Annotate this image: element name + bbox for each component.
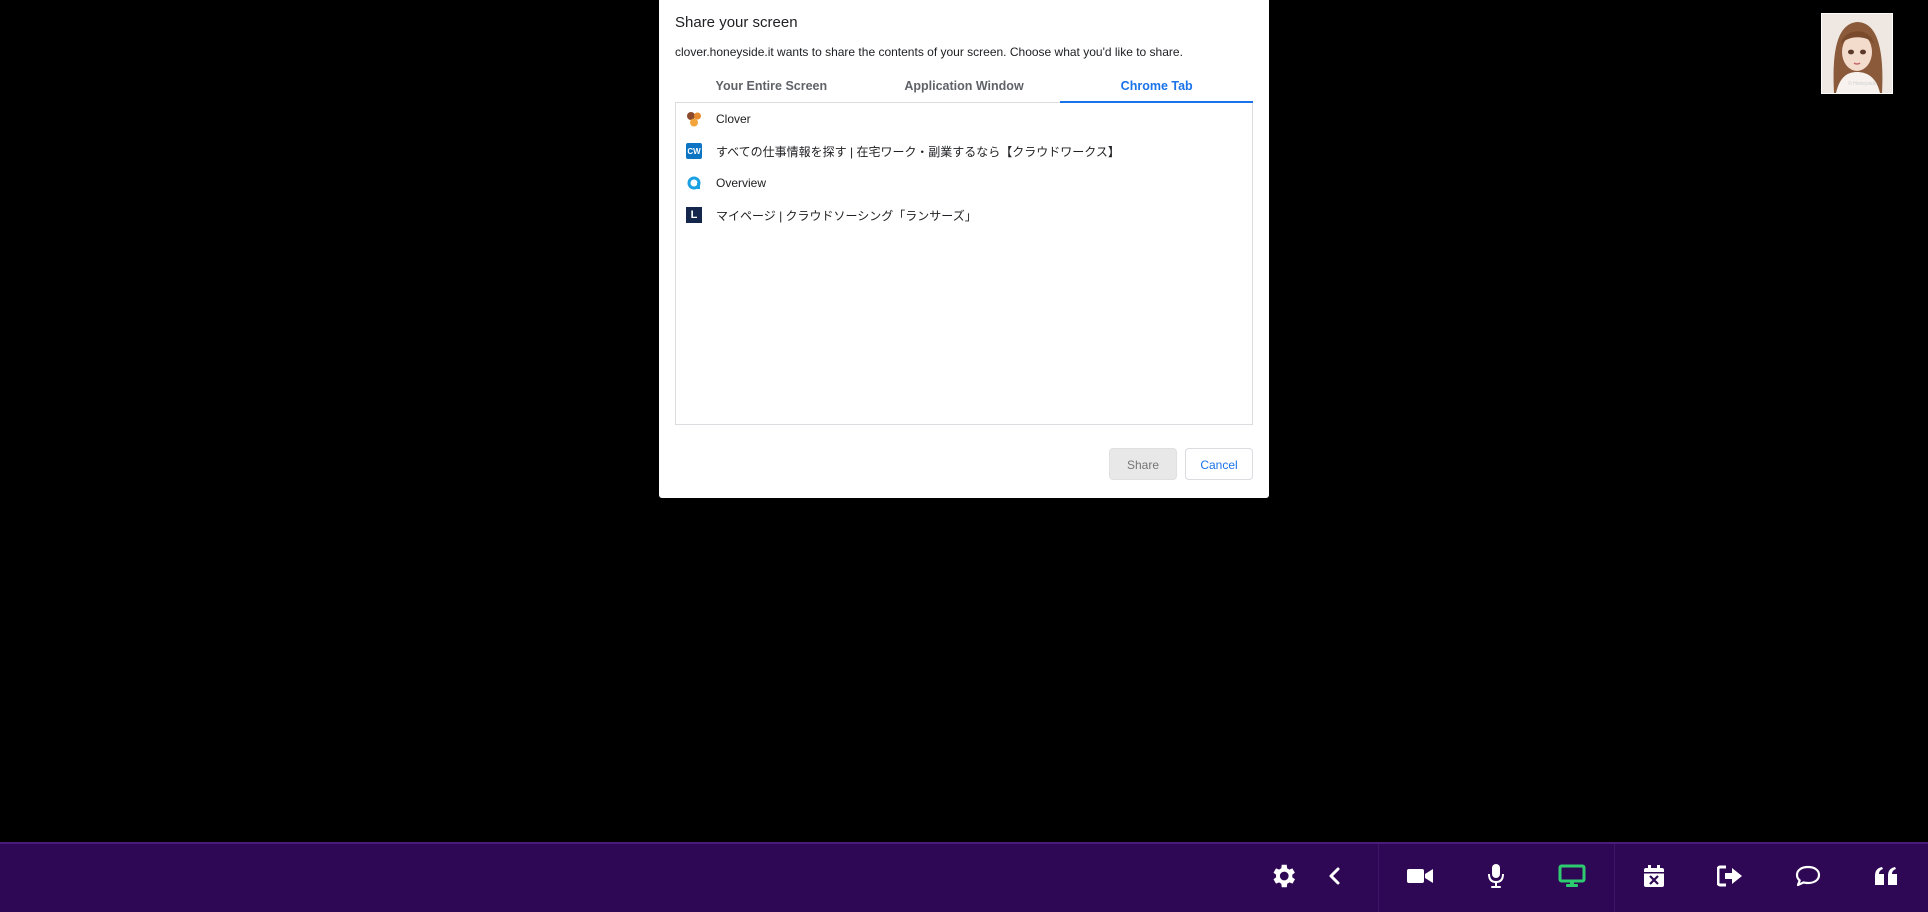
- sign-out-icon: [1716, 865, 1743, 892]
- monitor-icon: [1558, 864, 1586, 893]
- avatar-watermark: © Honeyside: [1848, 81, 1877, 87]
- crowdworks-favicon-icon: CW: [686, 143, 702, 159]
- cancel-button[interactable]: Cancel: [1185, 448, 1253, 480]
- microphone-icon: [1486, 863, 1506, 894]
- list-item-label: マイページ | クラウドソーシング「ランサーズ」: [716, 208, 977, 223]
- leave-button[interactable]: [1700, 844, 1760, 912]
- overview-favicon-icon: [686, 175, 702, 191]
- list-item-lancers[interactable]: L マイページ | クラウドソーシング「ランサーズ」: [676, 199, 1252, 231]
- chrome-tab-list: Clover CW すべての仕事情報を探す | 在宅ワーク・副業するなら【クラウ…: [675, 103, 1253, 425]
- stage: Share your screen clover.honeyside.it wa…: [0, 0, 1928, 912]
- collapse-button[interactable]: [1305, 844, 1365, 912]
- chat-bubble-icon: [1795, 865, 1821, 892]
- share-tabs: Your Entire Screen Application Window Ch…: [675, 74, 1253, 103]
- toolbar-divider: [1378, 844, 1379, 912]
- list-item-crowdworks[interactable]: CW すべての仕事情報を探す | 在宅ワーク・副業するなら【クラウドワークス】: [676, 135, 1252, 167]
- list-item-label: Overview: [716, 176, 767, 190]
- tab-entire-screen[interactable]: Your Entire Screen: [675, 74, 868, 102]
- list-item-overview[interactable]: Overview: [676, 167, 1252, 199]
- gear-icon: [1268, 861, 1298, 896]
- microphone-button[interactable]: [1466, 844, 1526, 912]
- lancers-favicon-icon: L: [686, 207, 702, 223]
- video-camera-icon: [1406, 866, 1434, 891]
- toolbar-divider: [1614, 844, 1615, 912]
- dialog-title: Share your screen: [675, 14, 798, 31]
- chevron-left-icon: [1326, 866, 1344, 891]
- tab-application-window[interactable]: Application Window: [868, 74, 1061, 102]
- list-item-label: Clover: [716, 112, 751, 126]
- tab-chrome-tab[interactable]: Chrome Tab: [1060, 74, 1253, 103]
- dialog-subtitle: clover.honeyside.it wants to share the c…: [675, 45, 1183, 59]
- calendar-x-icon: [1643, 864, 1665, 893]
- list-item-clover[interactable]: Clover: [676, 103, 1252, 135]
- settings-button[interactable]: [1253, 844, 1313, 912]
- quote-icon: [1874, 866, 1898, 891]
- calendar-button[interactable]: [1624, 844, 1684, 912]
- chat-button[interactable]: [1778, 844, 1838, 912]
- bottom-toolbar: [0, 842, 1928, 912]
- video-button[interactable]: [1390, 844, 1450, 912]
- share-button[interactable]: Share: [1109, 448, 1177, 480]
- screen-share-button[interactable]: [1542, 844, 1602, 912]
- share-screen-dialog: Share your screen clover.honeyside.it wa…: [659, 0, 1269, 498]
- list-item-label: すべての仕事情報を探す | 在宅ワーク・副業するなら【クラウドワークス】: [716, 144, 1120, 159]
- quote-button[interactable]: [1856, 844, 1916, 912]
- clover-favicon-icon: [686, 111, 702, 127]
